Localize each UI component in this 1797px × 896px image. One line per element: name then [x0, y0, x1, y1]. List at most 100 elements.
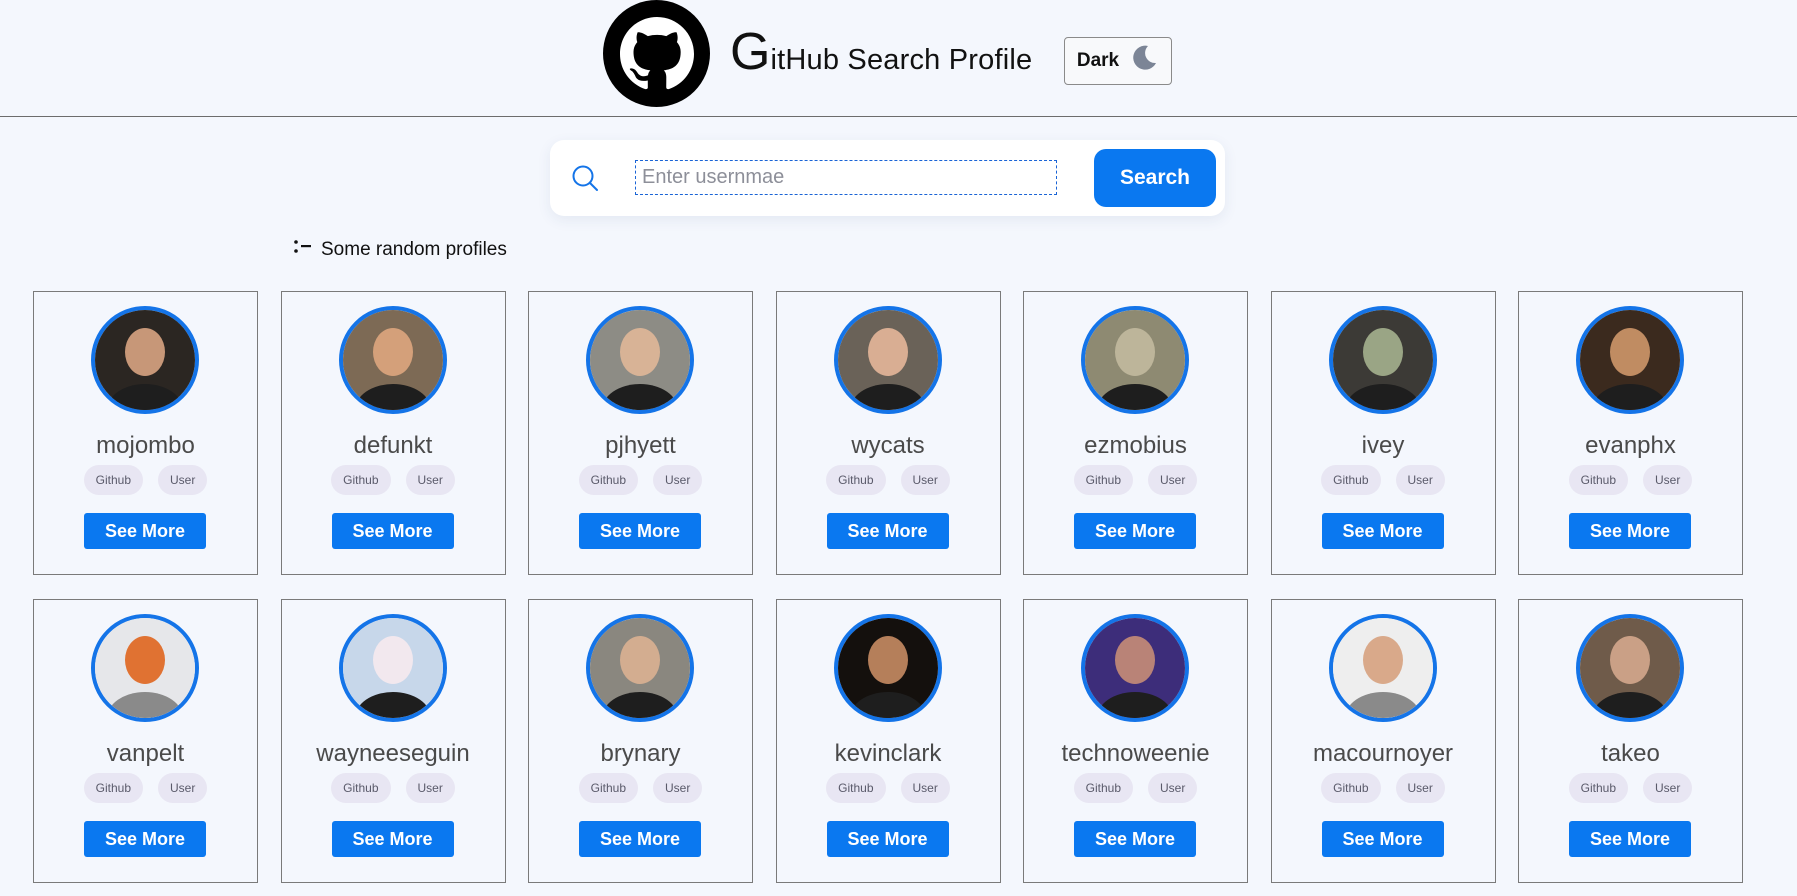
profile-badges: Github User: [529, 773, 752, 803]
profile-card: mojombo Github User See More: [33, 291, 258, 575]
see-more-button[interactable]: See More: [331, 821, 454, 857]
profile-badges: Github User: [1519, 773, 1742, 803]
profile-badges: Github User: [1024, 465, 1247, 495]
see-more-button[interactable]: See More: [579, 821, 701, 857]
badge-github: Github: [331, 773, 391, 803]
see-more-button[interactable]: See More: [826, 821, 949, 857]
badge-user: User: [1643, 773, 1693, 803]
avatar: [1328, 614, 1437, 722]
see-more-button[interactable]: See More: [826, 513, 949, 549]
profile-badges: Github User: [282, 465, 505, 495]
profile-badges: Github User: [1272, 773, 1495, 803]
random-profiles-label: Some random profiles: [321, 239, 507, 260]
moon-icon: [1129, 43, 1159, 79]
badge-user: User: [158, 773, 208, 803]
badge-github: Github: [1568, 465, 1628, 495]
avatar: [1081, 614, 1189, 722]
badge-user: User: [1148, 465, 1198, 495]
see-more-button[interactable]: See More: [1569, 513, 1691, 549]
avatar: [338, 614, 447, 722]
badge-user: User: [900, 773, 950, 803]
badge-user: User: [1395, 465, 1445, 495]
avatar: [1328, 306, 1437, 414]
badge-github: Github: [1073, 773, 1133, 803]
profile-username: ivey: [1361, 432, 1405, 459]
badge-github: Github: [1568, 773, 1628, 803]
profile-username: vanpelt: [106, 740, 185, 767]
avatar: [1576, 614, 1684, 722]
see-more-button[interactable]: See More: [1074, 821, 1196, 857]
app-header: GitHub Search Profile Dark: [0, 0, 1797, 117]
profile-username: macournoyer: [1312, 740, 1454, 767]
profile-badges: Github User: [34, 465, 257, 495]
avatar: [833, 614, 942, 722]
profile-card: wayneeseguin Github User See More: [280, 599, 506, 883]
profile-card: vanpelt Github User See More: [33, 599, 258, 883]
profile-card: takeo Github User See More: [1518, 599, 1743, 883]
profile-card: wycats Github User See More: [775, 291, 1001, 575]
badge-user: User: [900, 465, 950, 495]
profile-card: brynary Github User See More: [528, 599, 753, 883]
badge-user: User: [158, 465, 208, 495]
profile-card: defunkt Github User See More: [280, 291, 506, 575]
see-more-button[interactable]: See More: [1074, 513, 1196, 549]
badge-github: Github: [83, 773, 143, 803]
avatar: [586, 614, 694, 722]
badge-user: User: [653, 465, 703, 495]
see-more-button[interactable]: See More: [84, 513, 206, 549]
avatar: [91, 614, 199, 722]
badge-user: User: [405, 773, 455, 803]
profile-badges: Github User: [777, 773, 1000, 803]
avatar: [1576, 306, 1684, 414]
badge-user: User: [1643, 465, 1693, 495]
profile-badges: Github User: [282, 773, 505, 803]
badge-github: Github: [1073, 465, 1133, 495]
badge-github: Github: [1321, 465, 1381, 495]
profile-badges: Github User: [1519, 465, 1742, 495]
badge-user: User: [653, 773, 703, 803]
dark-mode-label: Dark: [1076, 50, 1120, 71]
profile-username: ezmobius: [1084, 432, 1187, 459]
avatar: [833, 306, 942, 414]
see-more-button[interactable]: See More: [1321, 513, 1444, 549]
badge-github: Github: [331, 465, 391, 495]
page-title-initial: G: [730, 23, 771, 81]
profile-card: ezmobius Github User See More: [1023, 291, 1248, 575]
see-more-button[interactable]: See More: [84, 821, 206, 857]
profile-grid: mojombo Github User See More defunkt Git…: [33, 291, 1745, 883]
avatar: [91, 306, 199, 414]
profile-username: wayneeseguin: [316, 740, 470, 767]
profile-card: macournoyer Github User See More: [1270, 599, 1496, 883]
see-more-button[interactable]: See More: [579, 513, 701, 549]
list-icon: [293, 237, 313, 263]
random-profiles-heading: Some random profiles: [293, 237, 507, 263]
profile-badges: Github User: [34, 773, 257, 803]
profile-card: pjhyett Github User See More: [528, 291, 753, 575]
badge-github: Github: [578, 465, 638, 495]
badge-github: Github: [826, 465, 886, 495]
profile-username: takeo: [1601, 740, 1660, 767]
profile-badges: Github User: [777, 465, 1000, 495]
profile-username: defunkt: [353, 432, 433, 459]
badge-user: User: [1148, 773, 1198, 803]
username-search-input[interactable]: [635, 160, 1057, 195]
search-bar: Search: [550, 140, 1225, 216]
see-more-button[interactable]: See More: [1321, 821, 1444, 857]
search-icon: [570, 163, 600, 193]
profile-card: ivey Github User See More: [1270, 291, 1496, 575]
profile-badges: Github User: [1272, 465, 1495, 495]
badge-github: Github: [826, 773, 886, 803]
profile-username: kevinclark: [834, 740, 942, 767]
search-button[interactable]: Search: [1094, 149, 1216, 207]
profile-username: mojombo: [96, 432, 195, 459]
see-more-button[interactable]: See More: [1569, 821, 1691, 857]
page-title-text: itHub Search Profile: [770, 44, 1033, 76]
profile-badges: Github User: [1024, 773, 1247, 803]
badge-github: Github: [578, 773, 638, 803]
see-more-button[interactable]: See More: [331, 513, 454, 549]
dark-mode-toggle-button[interactable]: Dark: [1064, 37, 1172, 85]
profile-username: wycats: [851, 432, 925, 459]
profile-badges: Github User: [529, 465, 752, 495]
badge-user: User: [1395, 773, 1445, 803]
page-title: GitHub Search Profile: [730, 22, 1032, 82]
